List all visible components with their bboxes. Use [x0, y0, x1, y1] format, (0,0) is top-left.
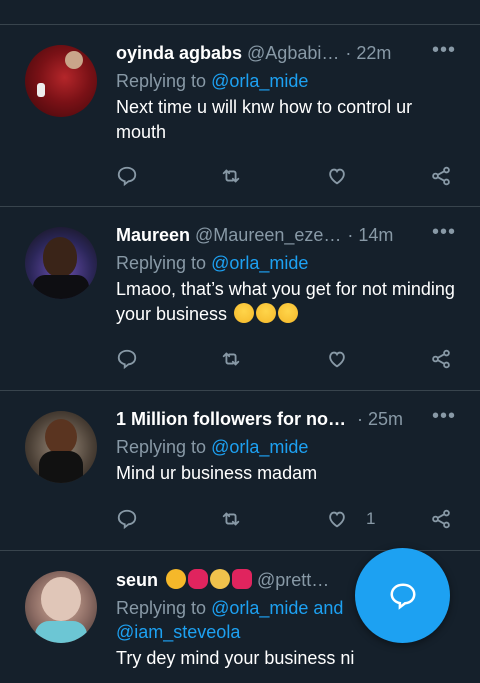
like-button[interactable] [326, 348, 360, 370]
reply-button[interactable] [116, 165, 138, 187]
compose-reply-icon [389, 582, 416, 610]
emoji-row [164, 569, 253, 591]
timestamp: · 25m [357, 409, 404, 429]
tweet-reply[interactable]: 1 Million followers for no… · 25m ••• Re… [0, 391, 480, 551]
tweet-text: Mind ur business madam [116, 463, 318, 483]
reply-button[interactable] [116, 508, 138, 530]
share-button[interactable] [430, 348, 452, 370]
sparkling-heart-emoji [232, 569, 253, 589]
avatar[interactable] [25, 411, 97, 483]
mention-link[interactable]: @orla_mide [211, 253, 308, 273]
laughing-emoji [234, 303, 255, 323]
reply-icon [117, 349, 137, 370]
retweet-icon [222, 169, 240, 183]
kiss-mark-emoji [188, 569, 209, 589]
more-icon[interactable]: ••• [432, 39, 456, 62]
retweet-button[interactable] [220, 508, 242, 530]
heart-icon [329, 511, 345, 528]
reply-button[interactable] [116, 348, 138, 370]
mention-link[interactable]: @orla_mide [211, 437, 308, 457]
display-name[interactable]: oyinda agbabs [116, 43, 242, 64]
blonde-person-emoji [210, 569, 231, 589]
share-icon [432, 166, 450, 186]
more-icon[interactable]: ••• [432, 221, 456, 244]
share-button[interactable] [430, 508, 452, 530]
heart-icon [329, 168, 345, 185]
display-name[interactable]: 1 Million followers for no… [116, 409, 346, 430]
share-button[interactable] [430, 165, 452, 187]
mention-link[interactable]: @iam_steveola [116, 622, 240, 642]
timestamp: · 14m [347, 225, 394, 245]
mention-link[interactable]: @orla_mide [211, 71, 308, 91]
tweet-text: Lmaoo, that’s what you get for not mindi… [116, 279, 455, 324]
tweet-text: Try dey mind your business ni [116, 648, 355, 668]
user-handle[interactable]: @prett… [257, 570, 329, 591]
user-handle[interactable]: @Maureen_eze… [195, 225, 341, 246]
timestamp: · 22m [345, 43, 392, 63]
reply-icon [117, 166, 137, 187]
heart-icon [329, 351, 345, 368]
share-icon [432, 509, 450, 529]
smiling-hearts-emoji [166, 569, 187, 589]
compose-reply-button[interactable] [355, 548, 450, 643]
more-icon[interactable]: ••• [432, 405, 456, 428]
avatar[interactable] [25, 227, 97, 299]
like-button[interactable] [326, 165, 360, 187]
retweet-icon [222, 512, 240, 526]
retweet-button[interactable] [220, 348, 242, 370]
top-divider [0, 0, 480, 25]
reply-icon [117, 509, 137, 530]
replying-to: Replying to @orla_mide [116, 437, 309, 457]
avatar[interactable] [25, 571, 97, 643]
display-name[interactable]: seun [116, 570, 158, 591]
avatar[interactable] [25, 45, 97, 117]
display-name[interactable]: Maureen [116, 225, 190, 246]
user-handle[interactable]: @Agbabi… [247, 43, 339, 64]
mention-link[interactable]: @orla_mide and [211, 598, 343, 618]
retweet-button[interactable] [220, 165, 242, 187]
replying-to: Replying to @orla_mide [116, 71, 309, 91]
laughing-emoji [256, 303, 277, 323]
replying-to: Replying to @orla_mide [116, 253, 309, 273]
tweet-text: Next time u will knw how to control ur m… [116, 97, 413, 142]
retweet-icon [222, 352, 240, 366]
like-count: 1 [366, 509, 376, 528]
share-icon [432, 349, 450, 369]
laughing-emoji [278, 303, 299, 323]
tweet-reply[interactable]: Maureen @Maureen_eze… · 14m ••• Replying… [0, 207, 480, 391]
tweet-reply[interactable]: oyinda agbabs @Agbabi… · 22m ••• Replyin… [0, 25, 480, 207]
like-button[interactable]: 1 [326, 508, 375, 530]
